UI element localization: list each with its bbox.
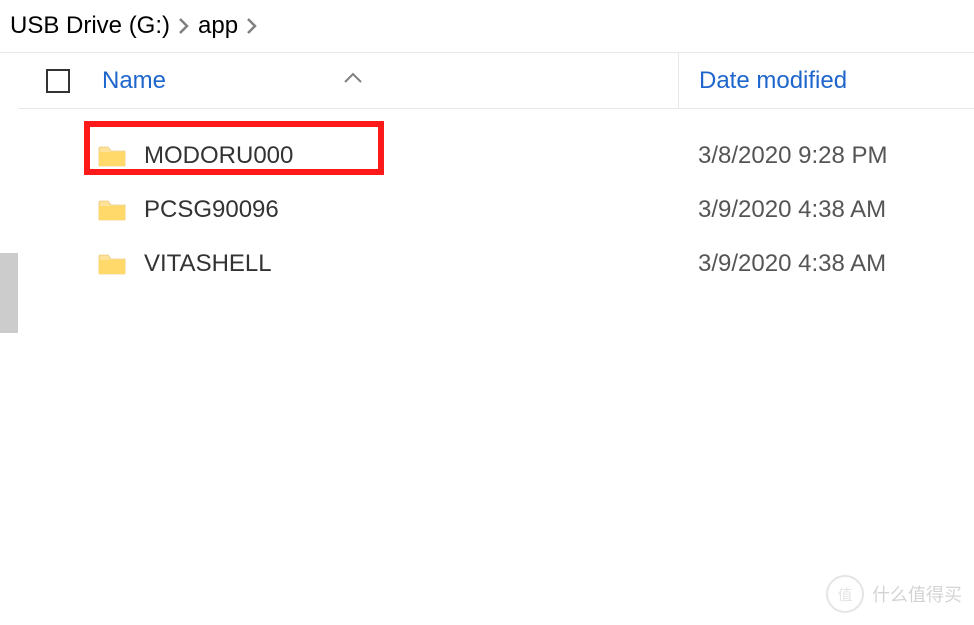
table-row[interactable]: VITASHELL 3/9/2020 4:38 AM [18, 237, 974, 291]
date-column-header[interactable]: Date modified [678, 53, 974, 108]
scrollbar-gutter[interactable] [0, 53, 18, 618]
breadcrumb-item[interactable]: USB Drive (G:) [10, 12, 170, 40]
file-date: 3/9/2020 4:38 AM [678, 196, 974, 224]
checkbox-icon[interactable] [46, 69, 70, 93]
column-headers: Name Date modified [18, 53, 974, 109]
breadcrumb-item[interactable]: app [198, 12, 238, 40]
content-area: Name Date modified MODORU000 3/8/2020 9:… [0, 53, 974, 618]
file-name: VITASHELL [144, 250, 678, 278]
file-rows: MODORU000 3/8/2020 9:28 PM PCSG90096 3/9… [18, 109, 974, 291]
name-column-header[interactable]: Name [98, 67, 678, 95]
chevron-right-icon[interactable] [246, 17, 258, 35]
file-list: Name Date modified MODORU000 3/8/2020 9:… [18, 53, 974, 618]
table-row[interactable]: MODORU000 3/8/2020 9:28 PM [18, 129, 974, 183]
name-header-label: Name [102, 67, 166, 94]
folder-icon [98, 144, 144, 168]
sort-ascending-icon [343, 63, 363, 91]
select-all-column[interactable] [18, 69, 98, 93]
chevron-right-icon[interactable] [178, 17, 190, 35]
date-header-label: Date modified [699, 67, 847, 95]
folder-icon [98, 252, 144, 276]
breadcrumb: USB Drive (G:) app [0, 0, 974, 53]
watermark-text: 什么值得买 [872, 581, 962, 607]
file-date: 3/8/2020 9:28 PM [678, 142, 974, 170]
table-row[interactable]: PCSG90096 3/9/2020 4:38 AM [18, 183, 974, 237]
file-date: 3/9/2020 4:38 AM [678, 250, 974, 278]
folder-icon [98, 198, 144, 222]
file-name: PCSG90096 [144, 196, 678, 224]
watermark-badge: 值 [826, 575, 864, 613]
file-name: MODORU000 [144, 142, 678, 170]
watermark: 值 什么值得买 [826, 575, 962, 613]
